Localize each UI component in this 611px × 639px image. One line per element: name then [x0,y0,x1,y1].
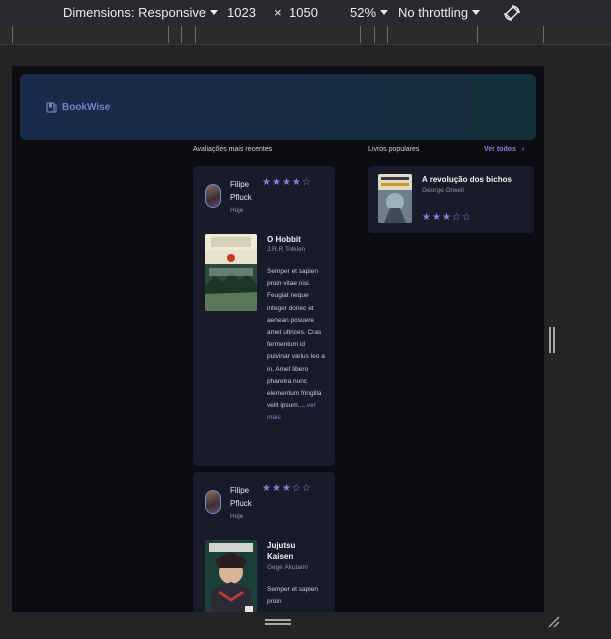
times-symbol: × [274,5,282,20]
chevron-down-icon [472,10,481,15]
ruler-tick [360,26,361,43]
review-date: Hoje [230,513,244,520]
zoom-label: 52% [350,5,377,20]
see-all-link[interactable]: Ver todos › [484,146,524,153]
rating-stars: ★ ★ ★ ☆ ☆ [422,213,471,223]
star-full-icon: ★ [441,212,451,223]
app-logo[interactable]: BookWise [46,102,110,113]
star-empty-icon: ☆ [461,212,471,223]
book-cover-jujutsu-kaisen[interactable] [205,540,257,612]
book-title[interactable]: A revolução dos bichos [422,174,512,185]
book-title[interactable]: O Hobbit [267,234,301,245]
ruler-tick [12,26,13,43]
throttling-dropdown[interactable]: No throttling [398,5,481,20]
book-author: Gege Akutami [267,564,308,571]
bottom-resize-handle[interactable] [265,619,291,625]
book-title[interactable]: Jujutsu Kaisen [267,540,307,562]
star-full-icon: ★ [431,212,441,223]
dimensions-label: Dimensions: Responsive [63,5,207,20]
rotate-icon[interactable] [502,3,522,23]
throttling-label: No throttling [398,5,469,20]
star-full-icon: ★ [271,483,281,494]
book-author: J.R.R Tolkien [267,246,306,253]
book-logo-icon [46,102,57,113]
ruler-tick [168,26,169,43]
height-input[interactable]: 1050 [289,5,318,20]
emulated-page: BookWise Avaliações mais recentes Livros… [12,66,544,612]
star-full-icon: ★ [271,177,281,188]
book-cover-hobbit[interactable] [205,234,257,311]
ruler-tick [387,26,388,43]
review-user-name[interactable]: Filipe Pfluck [230,484,260,510]
star-full-icon: ★ [281,177,291,188]
ruler-tick [374,26,375,43]
review-card[interactable]: Filipe Pfluck Hoje ★ ★ ★ ☆ ☆ Jujutsu Kai… [193,472,335,612]
star-full-icon: ★ [422,212,431,223]
see-all-label: Ver todos [484,146,516,153]
review-description: Semper et sapien proin vitae nisi. Feugi… [267,266,327,425]
ruler-tick [543,26,544,43]
recent-reviews-title: Avaliações mais recentes [193,146,273,153]
review-user-name[interactable]: Filipe Pfluck [230,178,260,204]
devtools-toolbar: Dimensions: Responsive 1023 × 1050 52% N… [0,0,611,26]
corner-resize-handle-icon[interactable] [547,615,561,629]
width-input[interactable]: 1023 [227,5,256,20]
star-full-icon: ★ [291,177,301,188]
app-header: BookWise [20,74,536,140]
review-description-text: Semper et sapien proin vitae nisi. Feugi… [267,268,325,410]
review-description: Semper et sapien proin [267,586,318,606]
chevron-right-icon: › [521,146,525,153]
dimensions-dropdown[interactable]: Dimensions: Responsive [63,5,219,20]
rating-stars: ★ ★ ★ ★ ☆ [262,178,311,188]
media-query-ruler[interactable] [0,26,611,45]
star-full-icon: ★ [262,177,271,188]
popular-books-title: Livros populares [368,146,420,153]
zoom-dropdown[interactable]: 52% [350,5,389,20]
ruler-tick [195,26,196,43]
popular-book-card[interactable]: A revolução dos bichos George Orwell ★ ★… [368,166,534,233]
star-empty-icon: ☆ [291,483,301,494]
book-cover-animal-farm[interactable] [378,174,412,223]
ruler-tick [181,26,182,43]
chevron-down-icon [210,10,219,15]
star-full-icon: ★ [281,483,291,494]
avatar [205,184,221,208]
review-card[interactable]: Filipe Pfluck Hoje ★ ★ ★ ★ ☆ O Hobbit J.… [193,166,335,466]
logo-text: BookWise [62,102,111,113]
star-empty-icon: ☆ [451,212,461,223]
review-date: Hoje [230,207,244,214]
rating-stars: ★ ★ ★ ☆ ☆ [262,484,311,494]
avatar [205,490,221,514]
ruler-tick [477,26,478,43]
star-empty-icon: ☆ [301,177,311,188]
star-full-icon: ★ [262,483,271,494]
chevron-down-icon [380,10,389,15]
book-author: George Orwell [422,187,464,194]
right-resize-handle[interactable] [549,327,555,353]
star-empty-icon: ☆ [301,483,311,494]
